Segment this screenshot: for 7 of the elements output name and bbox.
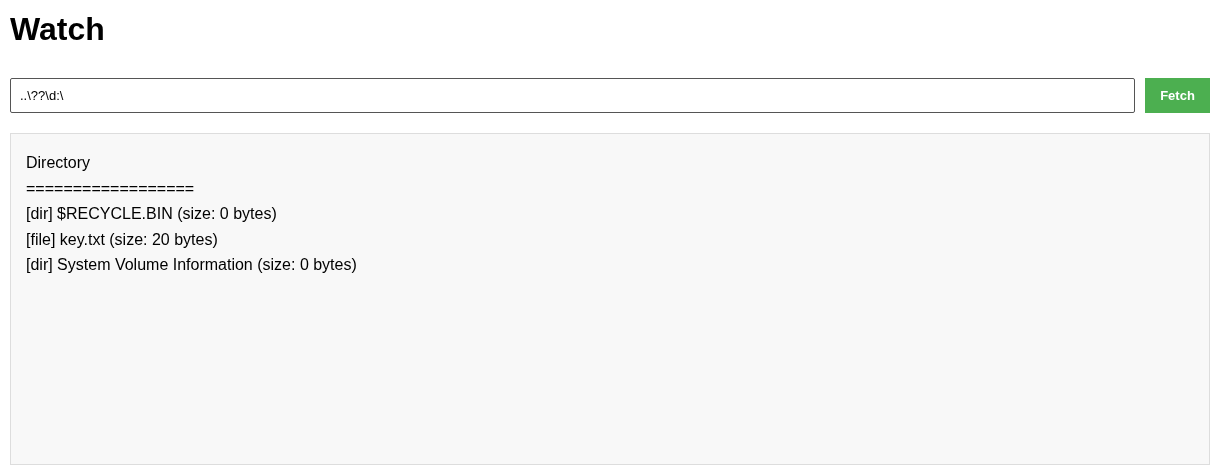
output-line: [dir] $RECYCLE.BIN (size: 0 bytes) bbox=[26, 204, 277, 225]
output-line: [dir] System Volume Information (size: 0 bytes) bbox=[26, 255, 357, 276]
output-line: [file] key.txt (size: 20 bytes) bbox=[26, 229, 218, 250]
page-title: Watch bbox=[10, 10, 106, 48]
output-line: ================== bbox=[26, 178, 195, 199]
output-line: Directory bbox=[26, 153, 90, 173]
path-input-field[interactable]: ..\??\d:\ bbox=[10, 78, 1135, 113]
